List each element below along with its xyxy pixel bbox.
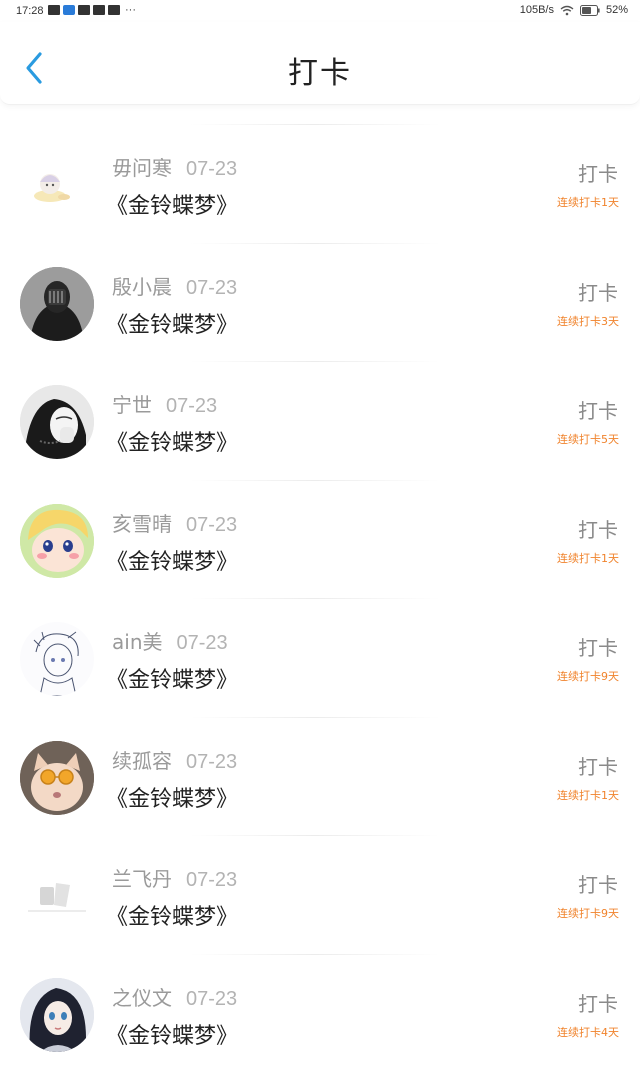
divider xyxy=(190,479,440,481)
book-title[interactable]: 《金铃蝶梦》 xyxy=(106,662,238,694)
streak-text: 连续打卡1天 xyxy=(557,551,619,565)
checkin-label: 打卡 xyxy=(578,873,618,897)
user-name[interactable]: 兰飞丹 xyxy=(112,867,172,891)
battery-percent: 52% xyxy=(605,4,628,16)
user-name-line: 亥雪晴 07-23 xyxy=(112,508,237,537)
divider xyxy=(190,598,440,599)
user-name-line: 毋问寒 07-23 xyxy=(112,152,237,181)
user-name[interactable]: 之仪文 xyxy=(112,986,172,1010)
list-item[interactable]: ain美 07-23 《金铃蝶梦》 打卡 连续打卡9天 xyxy=(0,582,640,701)
notification-icons: ··· xyxy=(48,4,136,16)
checkin-label: 打卡 xyxy=(578,754,618,779)
checkin-date: 07-23 xyxy=(186,987,238,1010)
user-name-line: 宁世 07-23 xyxy=(112,389,217,418)
list-item[interactable]: 之仪文 07-23 《金铃蝶梦》 打卡 连续打卡4天 xyxy=(0,938,640,1057)
user-name-line: ain美 07-23 xyxy=(112,626,228,655)
divider xyxy=(190,953,440,955)
checkin-date: 07-23 xyxy=(176,632,228,654)
checkin-date: 07-23 xyxy=(186,276,238,299)
status-time: 17:28 xyxy=(16,5,44,17)
checkin-label: 打卡 xyxy=(578,162,618,186)
list-item[interactable]: 亥雪晴 07-23 《金铃蝶梦》 打卡 连续打卡1天 xyxy=(0,464,640,583)
book-title[interactable]: 《金铃蝶梦》 xyxy=(106,188,238,220)
avatar[interactable] xyxy=(20,977,94,1052)
wifi-icon xyxy=(560,5,574,16)
list-item[interactable]: 殷小晨 07-23 《金铃蝶梦》 打卡 连续打卡3天 xyxy=(0,227,640,346)
avatar[interactable] xyxy=(20,740,94,815)
book-title[interactable]: 《金铃蝶梦》 xyxy=(106,425,238,457)
status-right: 105B/s 52% xyxy=(520,4,628,16)
user-name[interactable]: 宁世 xyxy=(112,393,152,417)
checkin-label: 打卡 xyxy=(578,517,618,542)
streak-text: 连续打卡9天 xyxy=(557,907,619,920)
avatar[interactable] xyxy=(20,503,94,578)
streak-text: 连续打卡4天 xyxy=(557,1025,619,1039)
user-name[interactable]: 续孤容 xyxy=(112,749,172,773)
network-speed: 105B/s xyxy=(519,4,554,16)
user-name-line: 兰飞丹 07-23 xyxy=(112,863,237,892)
more-notifications-icon: ··· xyxy=(125,4,136,16)
checkin-date: 07-23 xyxy=(186,513,238,536)
user-name-line: 殷小晨 07-23 xyxy=(112,271,237,300)
user-name[interactable]: 亥雪晴 xyxy=(112,512,172,536)
checkin-date: 07-23 xyxy=(186,750,238,773)
status-bar: 17:28 ··· 105B/s 52% xyxy=(0,0,640,22)
avatar[interactable] xyxy=(20,859,94,933)
checkin-label: 打卡 xyxy=(578,636,618,660)
avatar[interactable] xyxy=(20,148,94,222)
divider xyxy=(190,716,440,718)
notification-icon xyxy=(48,5,60,15)
notification-icon xyxy=(93,5,105,15)
streak-text: 连续打卡5天 xyxy=(557,433,619,446)
app-notification-icon xyxy=(63,5,75,15)
avatar[interactable] xyxy=(20,266,94,341)
divider xyxy=(190,835,440,836)
divider xyxy=(190,242,440,244)
user-name[interactable]: 殷小晨 xyxy=(112,275,172,299)
checkin-date: 07-23 xyxy=(166,395,218,417)
checkin-label: 打卡 xyxy=(578,991,618,1016)
user-name-line: 续孤容 07-23 xyxy=(112,745,237,774)
user-name[interactable]: ain美 xyxy=(112,630,163,654)
page-title: 打卡 xyxy=(288,56,352,91)
checkin-label: 打卡 xyxy=(578,280,618,305)
streak-text: 连续打卡9天 xyxy=(557,670,619,683)
list-item[interactable]: 续孤容 07-23 《金铃蝶梦》 打卡 连续打卡1天 xyxy=(0,701,640,820)
streak-text: 连续打卡3天 xyxy=(557,314,619,328)
user-name-line: 之仪文 07-23 xyxy=(112,982,237,1011)
checkin-list: 毋问寒 07-23 《金铃蝶梦》 打卡 连续打卡1天 殷小晨 07-23 《金铃蝶梦… xyxy=(0,108,640,1056)
user-name[interactable]: 毋问寒 xyxy=(112,156,172,180)
book-title[interactable]: 《金铃蝶梦》 xyxy=(106,899,238,931)
notification-icon xyxy=(78,5,90,15)
list-item[interactable]: 毋问寒 07-23 《金铃蝶梦》 打卡 连续打卡1天 xyxy=(0,108,640,227)
book-title[interactable]: 《金铃蝶梦》 xyxy=(106,544,238,576)
divider xyxy=(190,124,440,125)
book-title[interactable]: 《金铃蝶梦》 xyxy=(106,781,238,813)
list-item[interactable]: 兰飞丹 07-23 《金铃蝶梦》 打卡 连续打卡9天 xyxy=(0,819,640,938)
checkin-date: 07-23 xyxy=(186,158,238,180)
checkin-date: 07-23 xyxy=(186,869,238,891)
battery-icon xyxy=(579,4,600,16)
streak-text: 连续打卡1天 xyxy=(557,788,619,802)
avatar[interactable] xyxy=(20,622,94,696)
checkin-label: 打卡 xyxy=(578,399,618,423)
list-item[interactable]: 宁世 07-23 《金铃蝶梦》 打卡 连续打卡5天 xyxy=(0,345,640,464)
header-bar: 打卡 xyxy=(0,22,640,105)
avatar[interactable] xyxy=(20,385,94,459)
book-title[interactable]: 《金铃蝶梦》 xyxy=(106,307,238,339)
streak-text: 连续打卡1天 xyxy=(557,196,619,209)
book-title[interactable]: 《金铃蝶梦》 xyxy=(106,1018,238,1050)
notification-icon xyxy=(108,5,120,15)
divider xyxy=(190,361,440,362)
